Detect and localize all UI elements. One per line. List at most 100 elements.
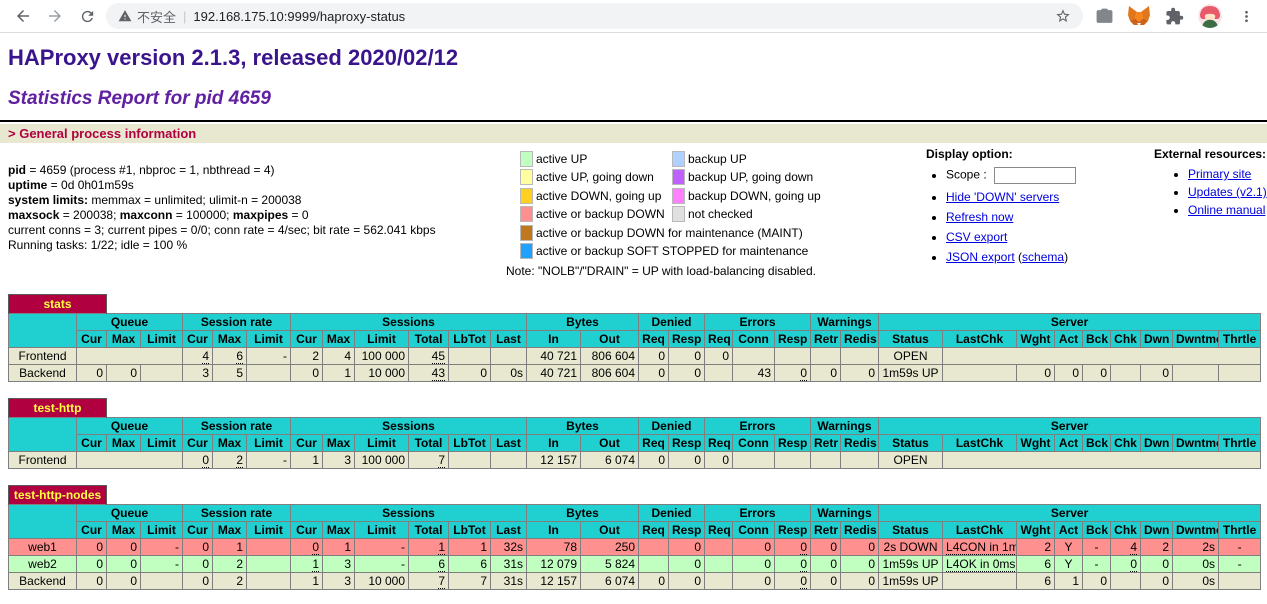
scope-input[interactable] xyxy=(994,167,1076,184)
column-header: Max xyxy=(107,330,141,347)
forward-icon[interactable] xyxy=(42,3,68,29)
column-header: Status xyxy=(879,521,943,538)
legend-swatch xyxy=(672,206,685,222)
table-cell xyxy=(1219,572,1261,589)
group-header: Server xyxy=(879,504,1261,521)
external-resource-link[interactable]: Online manual xyxy=(1188,203,1265,217)
column-header: Redis xyxy=(841,330,879,347)
table-cell: 31s xyxy=(491,555,527,572)
table-cell: 12 157 xyxy=(527,572,581,589)
column-header: Limit xyxy=(141,521,183,538)
table-cell xyxy=(491,347,527,364)
table-cell: 0 xyxy=(1141,364,1173,381)
group-header: Server xyxy=(879,417,1261,434)
group-header: Bytes xyxy=(527,504,639,521)
table-cell xyxy=(841,347,879,364)
row-name: web1 xyxy=(9,538,77,555)
address-bar[interactable]: 不安全 | 192.168.175.10:9999/haproxy-status xyxy=(106,3,1083,29)
table-cell xyxy=(77,451,183,468)
column-header: Max xyxy=(323,521,355,538)
table-cell: - xyxy=(355,555,409,572)
column-header: Resp xyxy=(669,330,705,347)
display-option-list: Scope : Hide 'DOWN' servers Refresh now CS… xyxy=(912,167,1130,264)
table-cell xyxy=(639,538,669,555)
row-name: Frontend xyxy=(9,347,77,364)
table-cell xyxy=(247,555,291,572)
table-cell: 0 xyxy=(669,347,705,364)
proxy-name-tab: test-http-nodes xyxy=(9,485,107,504)
table-cell: 40 721 xyxy=(527,347,581,364)
metamask-fox-icon[interactable] xyxy=(1128,5,1150,27)
table-cell: 1 xyxy=(291,555,323,572)
display-option-link[interactable]: Hide 'DOWN' servers xyxy=(946,190,1059,204)
column-header: Thrtle xyxy=(1219,434,1261,451)
haproxy-stats-page: HAProxy version 2.1.3, released 2020/02/… xyxy=(0,45,1267,604)
legend-swatch xyxy=(520,151,533,167)
process-info-line: Running tasks: 1/22; idle = 100 % xyxy=(8,238,520,253)
column-header: Conn xyxy=(733,330,775,347)
table-cell xyxy=(841,451,879,468)
external-resources-panel: External resources: Primary siteUpdates … xyxy=(1130,147,1267,221)
table-row-backend: Backend00021310 0007731s12 1576 07400000… xyxy=(9,572,1261,589)
chrome-menu-icon[interactable] xyxy=(1235,5,1257,27)
display-option-link[interactable]: CSV export xyxy=(946,230,1007,244)
scope-label: Scope : xyxy=(946,168,987,182)
table-cell: - xyxy=(247,451,291,468)
screenshot-camera-icon[interactable] xyxy=(1093,5,1115,27)
table-row-frontend: Frontend46-24100 0004540 721806 604000OP… xyxy=(9,347,1261,364)
back-icon[interactable] xyxy=(10,3,36,29)
table-cell: 0 xyxy=(669,555,705,572)
table-cell: 0 xyxy=(183,572,213,589)
table-cell: 1 xyxy=(291,572,323,589)
display-option-link[interactable]: schema xyxy=(1022,250,1064,264)
legend-swatch xyxy=(520,225,533,241)
table-cell: 0 xyxy=(291,538,323,555)
table-cell: 0 xyxy=(77,555,107,572)
legend-item: backup UP, going down xyxy=(672,169,821,186)
column-header: Resp xyxy=(669,434,705,451)
column-header: Cur xyxy=(291,521,323,538)
external-resource-item: Updates (v2.1) xyxy=(1188,185,1267,199)
table-cell: 0 xyxy=(841,364,879,381)
table-cell: 250 xyxy=(581,538,639,555)
table-cell xyxy=(141,572,183,589)
column-header: Limit xyxy=(355,521,409,538)
table-cell: 1 xyxy=(449,538,491,555)
column-header: Req xyxy=(639,330,669,347)
reload-icon[interactable] xyxy=(74,3,100,29)
table-cell: 0 xyxy=(107,538,141,555)
table-cell: 2 xyxy=(213,451,247,468)
extensions-puzzle-icon[interactable] xyxy=(1163,5,1185,27)
proxy-tab-spacer xyxy=(107,398,1261,417)
group-header: Sessions xyxy=(291,504,527,521)
display-option-link[interactable]: Refresh now xyxy=(946,210,1013,224)
table-cell: 6 xyxy=(449,555,491,572)
display-option-panel: Display option: Scope : Hide 'DOWN' serv… xyxy=(912,147,1130,270)
external-resource-link[interactable]: Primary site xyxy=(1188,167,1251,181)
table-cell xyxy=(77,347,183,364)
display-option-item: JSON export (schema) xyxy=(946,250,1130,264)
bookmark-star-icon[interactable] xyxy=(1055,8,1071,24)
column-header: Limit xyxy=(247,521,291,538)
column-header: Max xyxy=(323,434,355,451)
profile-avatar[interactable] xyxy=(1198,4,1222,28)
group-header: Bytes xyxy=(527,417,639,434)
legend-item: active or backup DOWN for maintenance (M… xyxy=(520,224,912,241)
display-option-link[interactable]: JSON export xyxy=(946,250,1015,264)
column-header: Limit xyxy=(141,434,183,451)
external-resource-link[interactable]: Updates (v2.1) xyxy=(1188,185,1267,199)
table-cell: 0 xyxy=(449,364,491,381)
group-header: Server xyxy=(879,313,1261,330)
table-cell: 0 xyxy=(811,572,841,589)
table-row-web2: web200-0213-6631s12 0795 824000001m59s U… xyxy=(9,555,1261,572)
table-cell: 5 824 xyxy=(581,555,639,572)
table-cell xyxy=(247,364,291,381)
legend-right-column: backup UPbackup UP, going downbackup DOW… xyxy=(672,150,821,224)
page-title: HAProxy version 2.1.3, released 2020/02/… xyxy=(8,45,1267,71)
security-chip[interactable]: 不安全 xyxy=(118,7,176,26)
column-header: Limit xyxy=(247,434,291,451)
proxy-name-tab: test-http xyxy=(9,398,107,417)
table-cell: 0 xyxy=(841,555,879,572)
group-header: Warnings xyxy=(811,313,879,330)
table-cell: 6 xyxy=(1017,555,1055,572)
